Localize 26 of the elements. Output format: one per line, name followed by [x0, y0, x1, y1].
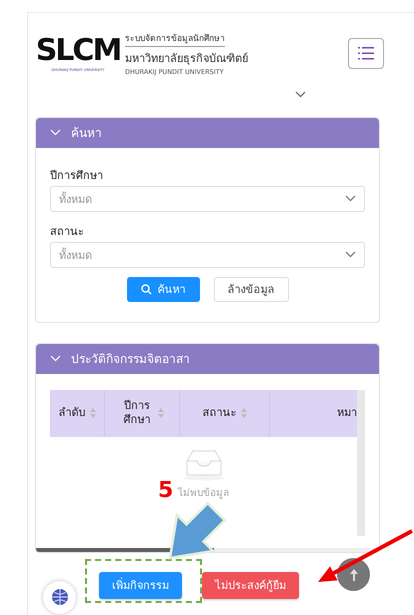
clear-button[interactable]: ล้างข้อมูล: [214, 276, 288, 302]
dropdown-chevron-icon[interactable]: [345, 195, 356, 202]
collapse-chevron-icon[interactable]: [50, 355, 61, 362]
column-header[interactable]: ปีการศึกษา: [120, 399, 154, 427]
search-icon: [140, 284, 152, 295]
logo-text: SLCM: [36, 36, 120, 66]
system-name: ระบบจัดการข้อมูลนักศึกษา: [125, 31, 225, 47]
expand-chevron-icon[interactable]: [295, 91, 306, 98]
menu-icon: [358, 47, 374, 60]
field-label: สถานะ: [50, 224, 85, 240]
column-header[interactable]: สถานะ: [202, 406, 236, 420]
menu-button[interactable]: [348, 38, 384, 69]
field-label: ปีการศึกษา: [50, 168, 104, 184]
globe-icon: [50, 588, 68, 606]
panel-title: ประวัติกิจกรรมจิตอาสา: [71, 351, 190, 368]
panel-title: ค้นหา: [71, 125, 102, 142]
up-arrow-icon: [350, 568, 358, 580]
column-header[interactable]: ลำดับ: [58, 406, 86, 420]
step-number: 5: [158, 478, 174, 503]
column-header[interactable]: หมา: [337, 406, 357, 420]
university-name: มหาวิทยาลัยธุรกิจบัณฑิตย์: [125, 51, 248, 67]
empty-message: ไม่พบข้อมูล: [178, 486, 229, 500]
pointer-arrow: [168, 502, 226, 560]
chat-launcher[interactable]: [43, 580, 76, 614]
dropdown-chevron-icon[interactable]: [345, 251, 356, 258]
collapse-chevron-icon[interactable]: [50, 129, 61, 136]
